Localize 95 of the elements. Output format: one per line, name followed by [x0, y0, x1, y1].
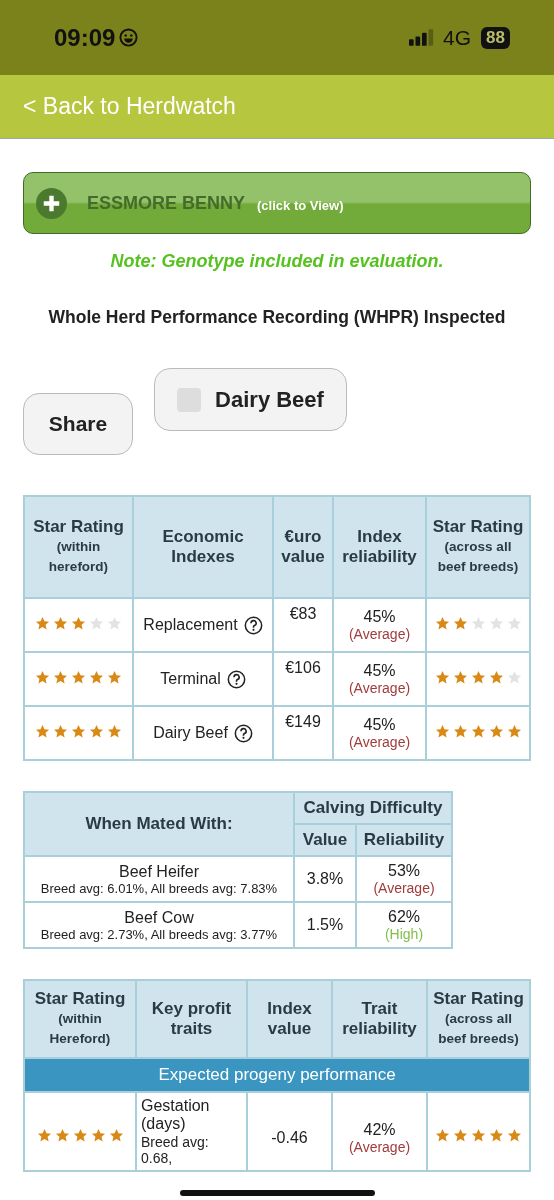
- breed-averages: Breed avg: 2.73%, All breeds avg: 3.77%: [39, 926, 279, 942]
- star-icon: [53, 615, 68, 631]
- reliability-rating: (Average): [347, 734, 412, 750]
- column-header: Reliability: [356, 824, 452, 856]
- star-icon: [489, 1128, 504, 1144]
- help-icon[interactable]: [243, 615, 263, 635]
- mated-with-name: Beef Cow: [123, 908, 195, 927]
- column-header: Key profit traits: [136, 980, 247, 1058]
- column-header: When Mated With:: [24, 792, 294, 856]
- trait-name: Gestation (days): [141, 1097, 211, 1134]
- index-name: Terminal: [160, 670, 221, 688]
- column-header: Value: [294, 824, 356, 856]
- star-icon: [35, 669, 50, 685]
- star-icon: [507, 1128, 522, 1144]
- inspection-text: Whole Herd Performance Recording (WHPR) Inspected: [47, 307, 507, 328]
- reliability-rating: (Average): [347, 680, 412, 696]
- star-icon: [107, 615, 122, 631]
- star-icon: [72, 1128, 88, 1144]
- help-icon[interactable]: [226, 669, 246, 689]
- star-icon: [35, 723, 50, 739]
- reliability-value: 42%: [362, 1121, 397, 1139]
- star-icon: [71, 615, 86, 631]
- reliability-value: 45%: [362, 716, 397, 734]
- star-icon: [36, 1128, 52, 1144]
- star-icon: [89, 615, 104, 631]
- column-header: Trait reliability: [332, 980, 427, 1058]
- network-label: 4G: [443, 25, 472, 50]
- star-icon: [452, 669, 468, 685]
- column-header: €uro value: [273, 496, 333, 598]
- star-icon: [434, 615, 450, 631]
- star-icon: [107, 669, 122, 685]
- reliability-rating: (Average): [372, 880, 436, 896]
- genotype-note: Note: Genotype included in evaluation.: [109, 251, 445, 272]
- index-name: Replacement: [143, 616, 238, 634]
- euro-value: €83: [289, 605, 317, 622]
- star-icon: [89, 723, 104, 739]
- star-icon: [506, 615, 522, 631]
- column-header: Calving Difficulty: [294, 792, 452, 824]
- column-header: Index reliability: [333, 496, 426, 598]
- breed-averages: Breed avg: 6.01%, All breeds avg: 7.83%: [39, 880, 279, 896]
- column-header: Star Rating (within Hereford): [24, 980, 136, 1058]
- calving-value: 1.5%: [306, 916, 344, 933]
- column-header: Index value: [247, 980, 332, 1058]
- star-icon: [488, 669, 504, 685]
- star-icon: [89, 669, 104, 685]
- help-icon[interactable]: [233, 723, 253, 743]
- star-icon: [453, 1128, 468, 1144]
- reliability-value: 45%: [362, 608, 397, 626]
- star-icon: [54, 1128, 70, 1144]
- share-button[interactable]: Share: [23, 393, 133, 455]
- column-header: Star Rating (across all beef breeds): [427, 980, 530, 1058]
- column-header: Star Rating (within hereford): [24, 496, 133, 598]
- star-icon: [35, 615, 50, 631]
- star-icon: [470, 669, 486, 685]
- star-icon: [53, 669, 68, 685]
- index-name: Dairy Beef: [153, 724, 228, 742]
- reliability-value: 53%: [387, 862, 421, 880]
- star-icon: [107, 723, 122, 739]
- star-icon: [470, 723, 486, 739]
- breed-averages: Breed avg: 0.68,: [141, 1133, 210, 1166]
- reliability-rating: (High): [383, 926, 425, 942]
- star-icon: [434, 669, 450, 685]
- star-icon: [452, 723, 468, 739]
- star-icon: [434, 723, 450, 739]
- reliability-rating: (Average): [347, 1139, 412, 1155]
- euro-value: €106: [285, 659, 321, 676]
- star-icon: [108, 1128, 124, 1144]
- plus-icon: [36, 187, 67, 219]
- mated-with-name: Beef Heifer: [117, 862, 200, 881]
- battery-indicator: 88: [481, 26, 510, 49]
- star-icon: [471, 1128, 486, 1144]
- star-icon: [71, 723, 86, 739]
- reliability-value: 62%: [387, 908, 421, 926]
- index-value: -0.46: [270, 1129, 309, 1147]
- star-icon: [470, 615, 486, 631]
- star-icon: [506, 669, 522, 685]
- star-icon: [53, 723, 68, 739]
- reliability-rating: (Average): [347, 626, 412, 642]
- signal-icon: [409, 29, 436, 46]
- column-header: Economic Indexes: [133, 496, 273, 598]
- clock: 09:09: [54, 23, 116, 52]
- calving-value: 3.8%: [306, 870, 344, 887]
- column-header: Star Rating (across all beef breeds): [426, 496, 530, 598]
- star-icon: [452, 615, 468, 631]
- star-icon: [435, 1128, 450, 1144]
- section-banner: Expected progeny performance: [24, 1058, 530, 1092]
- star-icon: [488, 615, 504, 631]
- star-icon: [71, 669, 86, 685]
- euro-value: €149: [285, 713, 321, 730]
- star-icon: [506, 723, 522, 739]
- reliability-value: 45%: [362, 662, 397, 680]
- dairy-beef-toggle[interactable]: Dairy Beef: [154, 368, 347, 431]
- smiley-icon: [119, 28, 139, 47]
- star-icon: [488, 723, 504, 739]
- star-icon: [90, 1128, 106, 1144]
